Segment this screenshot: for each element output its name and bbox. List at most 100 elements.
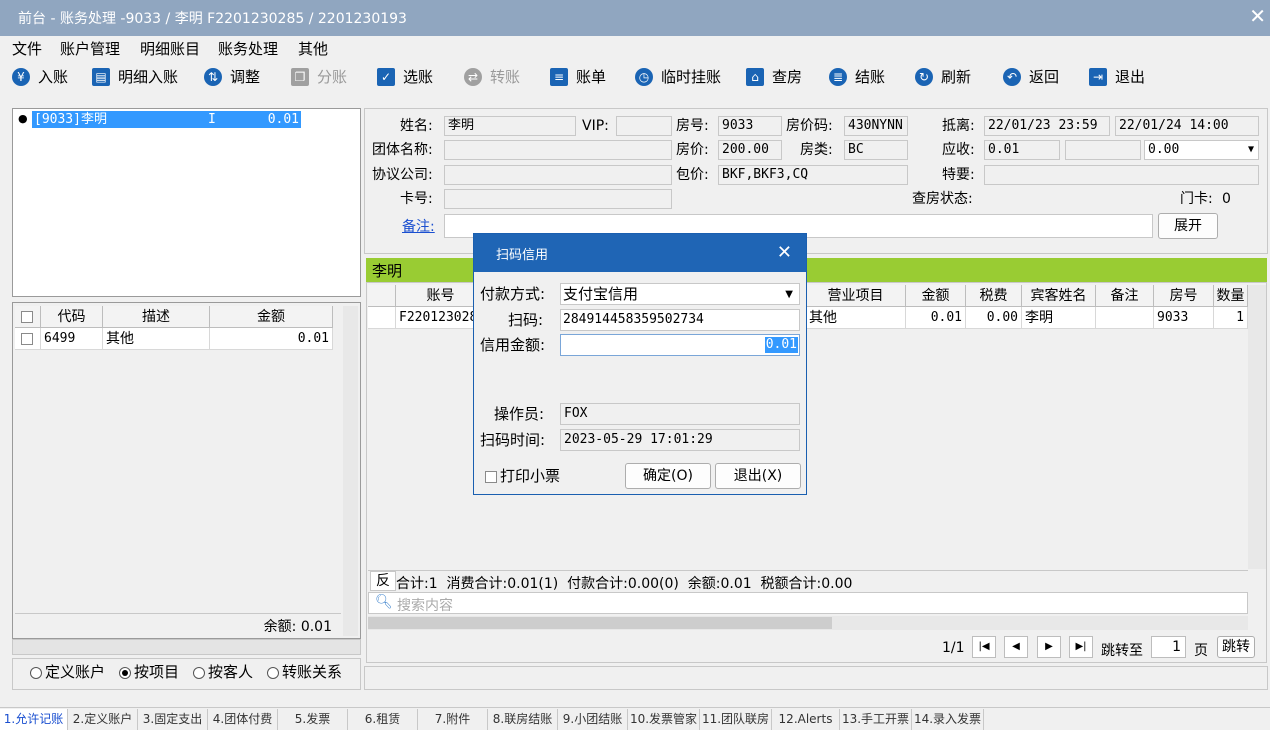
row-tax[interactable]: 0.00 [966, 307, 1022, 329]
table-row-code[interactable]: 6499 [41, 328, 103, 350]
close-icon[interactable]: ✕ [1249, 6, 1266, 26]
menu-detail-entries[interactable]: 明细账目 [140, 38, 200, 59]
receivable-select[interactable]: 0.00 ▼ [1144, 140, 1259, 160]
vip-field[interactable] [616, 116, 672, 136]
row-guest[interactable]: 李明 [1022, 307, 1096, 329]
tab-enter-invoice[interactable]: 14.录入发票 [912, 709, 984, 730]
group-field[interactable] [444, 140, 672, 160]
tab-allow-posting[interactable]: 1.允许记账 [0, 709, 68, 730]
header-amount[interactable]: 金额 [906, 285, 966, 307]
table-row-amount[interactable]: 0.01 [210, 328, 333, 350]
dialog-title-bar: 扫码信用 ✕ [474, 234, 806, 272]
print-receipt-checkbox[interactable] [485, 471, 497, 483]
search-box[interactable]: 🔍︎ 搜索内容 [368, 592, 1248, 614]
reverse-button[interactable]: 反 [370, 571, 396, 591]
operator-field[interactable]: FOX [560, 403, 800, 425]
header-quantity[interactable]: 数量 [1214, 285, 1248, 307]
tab-linked-checkout[interactable]: 8.联房结账 [488, 709, 558, 730]
receivable-field-2[interactable] [1065, 140, 1141, 160]
dialog-close-icon[interactable]: ✕ [777, 242, 792, 263]
cancel-button[interactable]: 退出(X) [715, 463, 801, 489]
card-field[interactable] [444, 189, 672, 209]
detail-post-button[interactable]: ▤ 明细入账 [92, 66, 178, 87]
tab-alerts[interactable]: 12.Alerts [772, 709, 840, 730]
tab-group-pay[interactable]: 4.团体付费 [208, 709, 278, 730]
back-button[interactable]: ↶ 返回 [1003, 66, 1059, 87]
menu-file[interactable]: 文件 [12, 38, 42, 59]
select-all-checkbox[interactable] [21, 311, 33, 323]
credit-amount-input[interactable]: 0.01 [560, 334, 800, 356]
rate-field[interactable]: 200.00 [718, 140, 782, 160]
tab-invoice[interactable]: 5.发票 [278, 709, 348, 730]
header-tax[interactable]: 税费 [966, 285, 1022, 307]
split-button[interactable]: ❐ 分账 [291, 66, 347, 87]
next-page-icon[interactable]: ▶ [1037, 636, 1061, 658]
first-page-icon[interactable]: |◀ [972, 636, 996, 658]
scan-time-field[interactable]: 2023-05-29 17:01:29 [560, 429, 800, 451]
header-amount[interactable]: 金额 [210, 306, 333, 328]
bill-button[interactable]: ≡ 账单 [550, 66, 606, 87]
arrival-field[interactable]: 22/01/23 23:59 [984, 116, 1110, 136]
table-row-desc[interactable]: 其他 [103, 328, 210, 350]
header-guest-name[interactable]: 宾客姓名 [1022, 285, 1096, 307]
departure-field[interactable]: 22/01/24 14:00 [1115, 116, 1259, 136]
select-account-button[interactable]: ✓ 选账 [377, 66, 433, 87]
expand-button[interactable]: 展开 [1158, 213, 1218, 239]
tab-lease[interactable]: 6.租赁 [348, 709, 418, 730]
header-desc[interactable]: 描述 [103, 306, 210, 328]
header-remark[interactable]: 备注 [1096, 285, 1154, 307]
tab-manual-invoice[interactable]: 13.手工开票 [840, 709, 912, 730]
receivable-field[interactable]: 0.01 [984, 140, 1060, 160]
table-horizontal-scrollbar[interactable] [368, 616, 1248, 630]
row-room[interactable]: 9033 [1154, 307, 1214, 329]
row-remark[interactable] [1096, 307, 1154, 329]
adjust-button[interactable]: ⇅ 调整 [204, 66, 260, 87]
radio-transfer-relation[interactable] [267, 667, 279, 679]
row-business-item[interactable]: 其他 [806, 307, 906, 329]
tab-invoice-manager[interactable]: 10.发票管家 [628, 709, 700, 730]
remark-link[interactable]: 备注: [402, 217, 435, 237]
pay-method-select[interactable]: 支付宝信用 ▼ [560, 283, 800, 305]
menu-accounting[interactable]: 账务处理 [218, 38, 278, 59]
ratecode-field[interactable]: 430NYNN [844, 116, 908, 136]
row-amount[interactable]: 0.01 [906, 307, 966, 329]
package-field[interactable]: BKF,BKF3,CQ [718, 165, 908, 185]
vertical-scrollbar[interactable] [343, 306, 358, 636]
roomtype-field[interactable]: BC [844, 140, 908, 160]
transfer-button[interactable]: ⇄ 转账 [464, 66, 520, 87]
room-field[interactable]: 9033 [718, 116, 782, 136]
checkout-button[interactable]: ≣ 结账 [829, 66, 885, 87]
scan-code-input[interactable]: 284914458359502734 [560, 309, 800, 331]
refresh-button[interactable]: ↻ 刷新 [915, 66, 971, 87]
header-room[interactable]: 房号 [1154, 285, 1214, 307]
tab-define-account[interactable]: 2.定义账户 [68, 709, 138, 730]
row-quantity[interactable]: 1 [1214, 307, 1248, 329]
post-button[interactable]: ¥ 入账 [12, 66, 68, 87]
tab-attachment[interactable]: 7.附件 [418, 709, 488, 730]
special-field[interactable] [984, 165, 1259, 185]
goto-page-input[interactable]: 1 [1151, 636, 1186, 658]
room-check-button[interactable]: ⌂ 查房 [746, 66, 802, 87]
name-field[interactable]: 李明 [444, 116, 576, 136]
table-vertical-scrollbar[interactable] [1248, 285, 1266, 569]
last-page-icon[interactable]: ▶| [1069, 636, 1093, 658]
prev-page-icon[interactable]: ◀ [1004, 636, 1028, 658]
ok-button[interactable]: 确定(O) [625, 463, 711, 489]
tab-fixed-expense[interactable]: 3.固定支出 [138, 709, 208, 730]
header-code[interactable]: 代码 [41, 306, 103, 328]
menu-account-management[interactable]: 账户管理 [60, 38, 120, 59]
company-field[interactable] [444, 165, 672, 185]
radio-by-guest[interactable] [193, 667, 205, 679]
header-business-item[interactable]: 营业项目 [806, 285, 906, 307]
row-checkbox[interactable] [21, 333, 33, 345]
temp-hang-button[interactable]: ◷ 临时挂账 [635, 66, 721, 87]
radio-by-item[interactable] [119, 667, 131, 679]
tab-team-linked-room[interactable]: 11.团队联房 [700, 709, 772, 730]
jump-button[interactable]: 跳转 [1217, 636, 1255, 658]
tab-small-group-checkout[interactable]: 9.小团结账 [558, 709, 628, 730]
menu-other[interactable]: 其他 [298, 38, 328, 59]
exit-button[interactable]: ⇥ 退出 [1089, 66, 1145, 87]
horizontal-scrollbar[interactable] [12, 639, 361, 655]
tree-item[interactable]: [9033]李明 I 0.01 [32, 111, 301, 128]
radio-define-account[interactable] [30, 667, 42, 679]
